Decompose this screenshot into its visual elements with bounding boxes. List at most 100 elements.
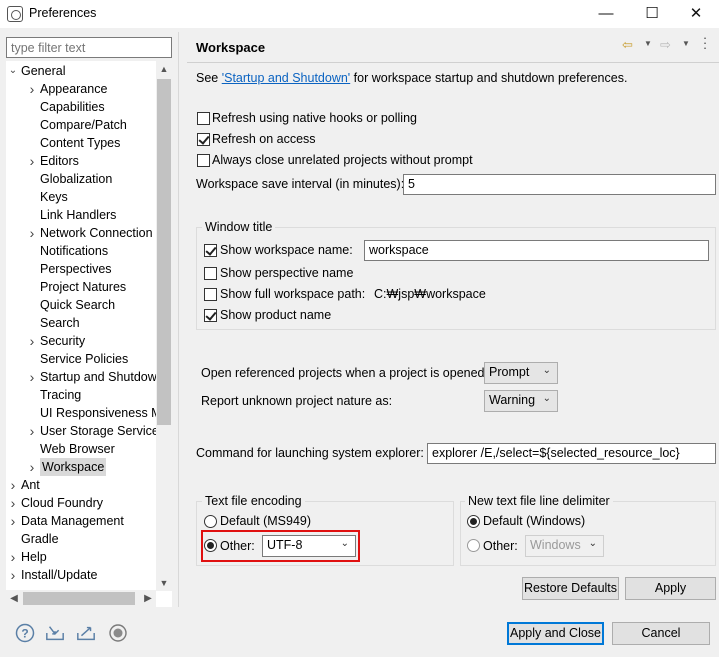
show-perspective-name-checkbox[interactable] <box>204 267 217 280</box>
delimiter-other-select[interactable]: Windows ⌄ <box>525 535 604 557</box>
delimiter-group-label: New text file line delimiter <box>465 494 613 508</box>
panel-divider[interactable] <box>178 32 179 607</box>
forward-menu-chevron-icon[interactable]: ▼ <box>682 39 690 48</box>
tree-item[interactable]: Install/Update <box>21 566 97 584</box>
tree-item[interactable]: Data Management <box>21 512 124 530</box>
tree-expand-chevron-icon[interactable]: › <box>8 476 18 494</box>
delimiter-default-radio[interactable] <box>467 515 480 528</box>
encoding-default-radio[interactable] <box>204 515 217 528</box>
preference-tree[interactable]: ⌄ General › Appearance Capabilities Compare/P… <box>6 61 172 607</box>
tree-expand-chevron-icon[interactable]: › <box>27 152 37 170</box>
tree-collapse-chevron-icon[interactable]: ⌄ <box>8 62 18 80</box>
tree-item[interactable]: Security <box>40 332 85 350</box>
show-full-path-checkbox[interactable] <box>204 288 217 301</box>
tree-item[interactable]: Service Policies <box>40 350 128 368</box>
cancel-button[interactable]: Cancel <box>612 622 710 645</box>
report-unknown-select[interactable]: Warning ⌄ <box>484 390 558 412</box>
show-product-name-checkbox[interactable] <box>204 309 217 322</box>
tree-item[interactable]: Keys <box>40 188 68 206</box>
tree-item[interactable]: Globalization <box>40 170 112 188</box>
tree-item[interactable]: Search <box>40 314 80 332</box>
show-workspace-name-label: Show workspace name: <box>220 243 353 257</box>
scroll-down-arrow-icon[interactable]: ▼ <box>156 575 172 591</box>
encoding-default-label: Default (MS949) <box>220 514 312 528</box>
tree-expand-chevron-icon[interactable]: › <box>27 224 37 242</box>
tree-expand-chevron-icon[interactable]: › <box>8 494 18 512</box>
tree-item[interactable]: Project Natures <box>40 278 126 296</box>
refresh-native-hooks-checkbox[interactable] <box>197 112 210 125</box>
scroll-up-arrow-icon[interactable]: ▲ <box>156 61 172 77</box>
explorer-command-input[interactable]: explorer /E,/select=${selected_resource_… <box>427 443 716 464</box>
tree-item[interactable]: Notifications <box>40 242 108 260</box>
workspace-name-input[interactable]: workspace <box>364 240 709 261</box>
title-bar: Preferences — ☐ ✕ <box>0 0 719 28</box>
tree-item[interactable]: Perspectives <box>40 260 112 278</box>
tree-item[interactable]: General <box>21 62 65 80</box>
tree-item[interactable]: Web Browser <box>40 440 115 458</box>
tree-item[interactable]: Ant <box>21 476 40 494</box>
encoding-group-label: Text file encoding <box>202 494 305 508</box>
close-button[interactable]: ✕ <box>673 0 719 28</box>
import-icon[interactable] <box>45 623 65 643</box>
filter-input[interactable] <box>6 37 172 58</box>
restore-defaults-button[interactable]: Restore Defaults <box>522 577 619 600</box>
delimiter-other-radio[interactable] <box>467 539 480 552</box>
tree-item[interactable]: Capabilities <box>40 98 105 116</box>
tree-item[interactable]: Help <box>21 548 47 566</box>
tree-item[interactable]: Network Connection <box>40 224 153 242</box>
horizontal-scroll-thumb[interactable] <box>23 592 135 605</box>
scroll-left-arrow-icon[interactable]: ◀ <box>6 590 22 607</box>
close-unrelated-projects-checkbox[interactable] <box>197 154 210 167</box>
tree-expand-chevron-icon[interactable]: › <box>8 512 18 530</box>
minimize-button[interactable]: — <box>583 0 629 28</box>
delimiter-other-value: Windows <box>530 538 581 552</box>
scroll-right-arrow-icon[interactable]: ▶ <box>140 590 156 607</box>
chevron-down-icon: ⌄ <box>542 393 551 404</box>
window-title-group-label: Window title <box>202 220 276 234</box>
vertical-scroll-thumb[interactable] <box>157 79 171 425</box>
startup-shutdown-link[interactable]: 'Startup and Shutdown' <box>222 71 350 85</box>
tree-vertical-scrollbar[interactable]: ▲ ▼ <box>156 61 172 591</box>
forward-arrow-icon[interactable]: ⇨ <box>660 37 671 53</box>
view-menu-icon[interactable]: · · · <box>699 31 711 54</box>
maximize-button[interactable]: ☐ <box>629 0 675 28</box>
tree-item[interactable]: UI Responsiveness M <box>40 404 162 422</box>
tree-item[interactable]: Tracing <box>40 386 81 404</box>
tree-expand-chevron-icon[interactable]: › <box>27 458 37 476</box>
save-interval-input[interactable]: 5 <box>403 174 716 195</box>
header-separator <box>187 62 719 63</box>
show-product-name-label: Show product name <box>220 308 332 322</box>
tree-expand-chevron-icon[interactable]: › <box>8 548 18 566</box>
tree-expand-chevron-icon[interactable]: › <box>27 80 37 98</box>
tree-item[interactable]: User Storage Service <box>40 422 159 440</box>
open-referenced-label: Open referenced projects when a project … <box>201 366 488 380</box>
tree-item[interactable]: Appearance <box>40 80 107 98</box>
tree-item[interactable]: Workspace <box>40 458 107 476</box>
record-icon[interactable] <box>108 623 128 643</box>
tree-item[interactable]: Content Types <box>40 134 120 152</box>
back-arrow-icon[interactable]: ⇦ <box>622 37 633 53</box>
tree-item[interactable]: Startup and Shutdow <box>40 368 157 386</box>
refresh-on-access-checkbox[interactable] <box>197 133 210 146</box>
export-icon[interactable] <box>76 623 96 643</box>
tree-expand-chevron-icon[interactable]: › <box>27 422 37 440</box>
help-icon[interactable]: ? <box>15 623 35 643</box>
tree-horizontal-scrollbar[interactable]: ◀ ▶ <box>6 590 156 607</box>
show-workspace-name-checkbox[interactable] <box>204 244 217 257</box>
apply-button[interactable]: Apply <box>625 577 716 600</box>
tree-item[interactable]: Cloud Foundry <box>21 494 103 512</box>
tree-expand-chevron-icon[interactable]: › <box>27 368 37 386</box>
delimiter-default-label: Default (Windows) <box>483 514 586 528</box>
apply-and-close-button[interactable]: Apply and Close <box>507 622 604 645</box>
tree-item[interactable]: Gradle <box>21 530 59 548</box>
tree-expand-chevron-icon[interactable]: › <box>8 566 18 584</box>
refresh-native-hooks-label: Refresh using native hooks or polling <box>212 111 417 125</box>
tree-expand-chevron-icon[interactable]: › <box>27 332 37 350</box>
back-menu-chevron-icon[interactable]: ▼ <box>644 39 652 48</box>
tree-item[interactable]: Compare/Patch <box>40 116 127 134</box>
close-unrelated-projects-label: Always close unrelated projects without … <box>212 153 473 167</box>
tree-item[interactable]: Editors <box>40 152 79 170</box>
open-referenced-select[interactable]: Prompt ⌄ <box>484 362 558 384</box>
tree-item[interactable]: Quick Search <box>40 296 115 314</box>
tree-item[interactable]: Link Handlers <box>40 206 116 224</box>
